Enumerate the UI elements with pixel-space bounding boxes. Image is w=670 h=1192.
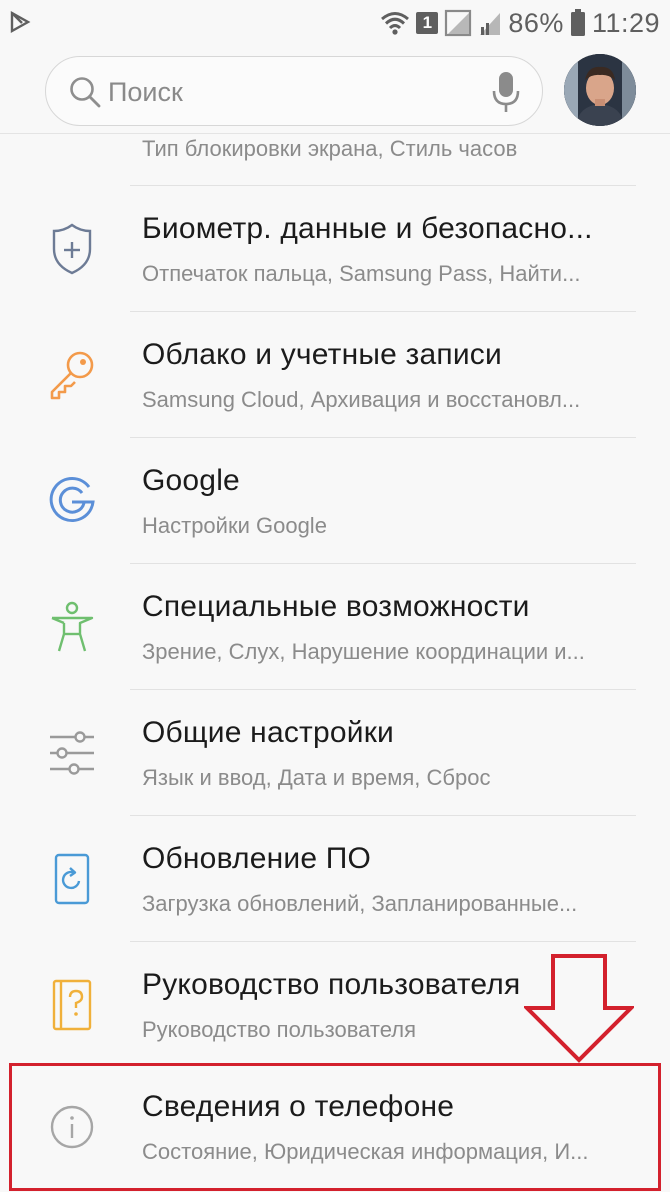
settings-header: [0, 46, 670, 134]
google-icon: [49, 477, 95, 523]
settings-item-cloud-accounts[interactable]: Облако и учетные записи Samsung Cloud, А…: [0, 312, 670, 438]
sliders-icon: [50, 731, 94, 775]
settings-item-title: Биометр. данные и безопасно...: [142, 212, 593, 245]
settings-item-general-management[interactable]: Общие настройки Язык и ввод, Дата и врем…: [0, 690, 670, 816]
no-signal-icon: [445, 9, 472, 37]
sim-slot-badge: 1: [416, 12, 439, 34]
settings-item-subtitle: Отпечаток пальца, Samsung Pass, Найти...: [142, 261, 581, 286]
clock: 11:29: [591, 7, 660, 38]
settings-item-subtitle: Тип блокировки экрана, Стиль часов: [142, 136, 518, 161]
battery-icon: [570, 9, 585, 36]
profile-avatar[interactable]: [564, 54, 636, 126]
settings-item-accessibility[interactable]: Специальные возможности Зрение, Слух, На…: [0, 564, 670, 690]
user-manual-icon: [52, 979, 92, 1031]
battery-percentage: 86%: [508, 7, 564, 38]
settings-item-subtitle: Зрение, Слух, Нарушение координации и...: [142, 639, 585, 664]
play-store-notification-icon: [10, 10, 31, 34]
microphone-icon[interactable]: [492, 71, 520, 113]
settings-item-title: Общие настройки: [142, 716, 394, 749]
settings-item-google[interactable]: Google Настройки Google: [0, 438, 670, 564]
search-icon: [70, 77, 101, 108]
wifi-icon: [381, 12, 410, 35]
settings-item-title: Обновление ПО: [142, 842, 372, 875]
search-input[interactable]: [108, 71, 468, 113]
settings-item-title: Google: [142, 464, 240, 497]
settings-item-biometrics-security[interactable]: Биометр. данные и безопасно... Отпечаток…: [0, 186, 670, 312]
accessibility-icon: [51, 601, 94, 652]
settings-item-title: Специальные возможности: [142, 590, 530, 623]
profile-photo: [564, 54, 636, 126]
cell-signal-icon: [480, 13, 501, 35]
shield-icon: [52, 223, 92, 275]
settings-item-subtitle: Samsung Cloud, Архивация и восстановл...: [142, 387, 581, 412]
settings-item-software-update[interactable]: Обновление ПО Загрузка обновлений, Запла…: [0, 816, 670, 942]
settings-item-lock-screen[interactable]: Тип блокировки экрана, Стиль часов: [0, 134, 670, 186]
annotation-arrow-icon: [524, 954, 634, 1063]
settings-item-subtitle: Настройки Google: [142, 513, 327, 538]
status-bar: 1 86% 11:29: [0, 0, 670, 46]
settings-item-subtitle: Язык и ввод, Дата и время, Сброс: [142, 765, 491, 790]
settings-item-subtitle: Загрузка обновлений, Запланированные...: [142, 891, 578, 916]
annotation-highlight-box: [9, 1063, 661, 1191]
search-bar[interactable]: [45, 56, 543, 126]
settings-item-title: Облако и учетные записи: [142, 338, 502, 371]
key-icon: [50, 351, 94, 400]
software-update-icon: [54, 853, 90, 905]
